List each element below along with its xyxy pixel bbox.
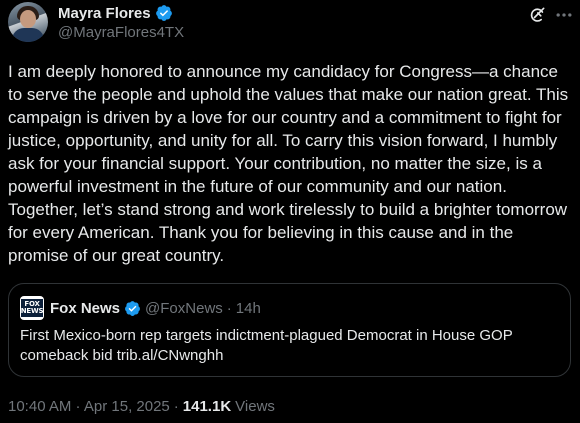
quoted-separator-dot: · xyxy=(226,299,232,317)
more-options-icon[interactable] xyxy=(554,5,574,25)
tweet-meta-row: 10:40 AM · Apr 15, 2025 · 141.1K Views xyxy=(8,397,275,417)
verified-badge-icon xyxy=(155,5,172,21)
avatar-body-shape xyxy=(12,28,44,42)
quoted-tweet-card[interactable]: FOX NEWS Fox News @FoxNews · 14h First M… xyxy=(8,283,571,377)
tweet: Mayra Flores @MayraFlores4TX I am deeply… xyxy=(0,0,580,423)
grok-icon[interactable] xyxy=(527,5,547,25)
meta-separator-dot: · xyxy=(173,398,179,415)
author-handle[interactable]: @MayraFlores4TX xyxy=(58,23,184,43)
quoted-author-name[interactable]: Fox News xyxy=(50,300,120,317)
tweet-timestamp[interactable]: 10:40 AM · Apr 15, 2025 xyxy=(8,397,170,417)
quoted-author-handle[interactable]: @FoxNews xyxy=(145,300,223,317)
quoted-tweet-text: First Mexico-born rep targets indictment… xyxy=(20,327,513,364)
fox-logo-text-bottom: NEWS xyxy=(20,307,44,315)
views-label: Views xyxy=(235,398,275,415)
author-display-name[interactable]: Mayra Flores xyxy=(58,5,151,22)
author-name-row: Mayra Flores xyxy=(58,3,184,23)
views-count[interactable]: 141.1K xyxy=(183,397,231,417)
tweet-text: I am deeply honored to announce my candi… xyxy=(8,62,573,265)
avatar-face-shape xyxy=(20,10,36,28)
author-avatar[interactable] xyxy=(8,2,48,42)
fox-news-logo-icon: FOX NEWS xyxy=(20,299,44,317)
quoted-author-avatar[interactable]: FOX NEWS xyxy=(20,296,44,320)
quoted-timestamp[interactable]: 14h xyxy=(236,300,261,317)
author-name-block: Mayra Flores @MayraFlores4TX xyxy=(58,3,184,43)
quoted-tweet-header: FOX NEWS Fox News @FoxNews · 14h xyxy=(20,296,261,320)
quoted-verified-badge-icon xyxy=(125,300,140,316)
